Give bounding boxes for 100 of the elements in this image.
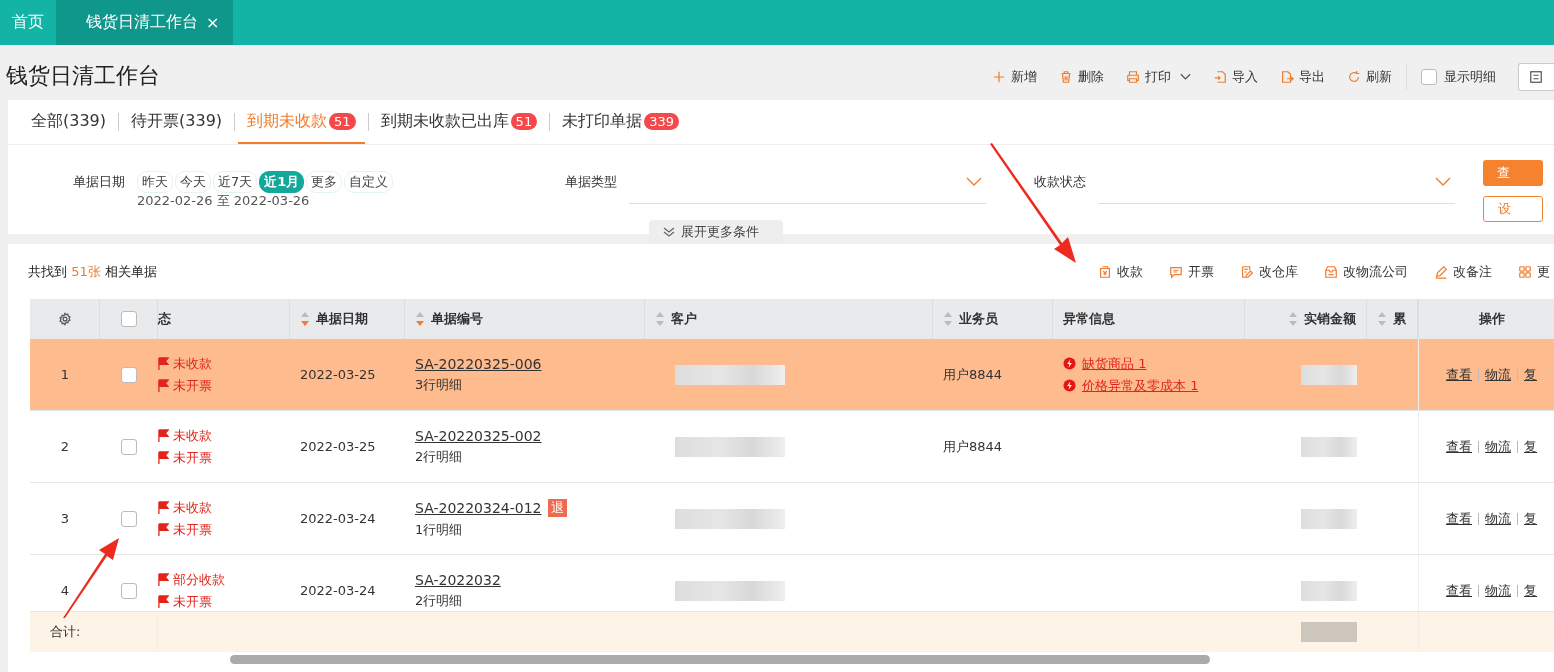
action-button[interactable]: 改物流公司 bbox=[1324, 262, 1408, 281]
status-label: 未开票 bbox=[173, 592, 212, 611]
filter-tab[interactable]: 到期未收款已出库 51 bbox=[371, 100, 547, 144]
action-button[interactable]: 更 bbox=[1518, 262, 1550, 281]
row-checkbox[interactable] bbox=[121, 438, 137, 455]
field-label: 单据类型 bbox=[565, 173, 617, 191]
plus-icon bbox=[992, 69, 1006, 84]
document-number-link[interactable]: SA-20220325-002 bbox=[415, 427, 542, 444]
pen-icon bbox=[1434, 264, 1448, 279]
row-number: 1 bbox=[60, 367, 70, 382]
column-header[interactable]: 客户 bbox=[671, 310, 697, 328]
scrollbar-thumb[interactable] bbox=[230, 654, 1210, 664]
redacted-block bbox=[1301, 364, 1357, 385]
toolbar-button[interactable]: 删除 bbox=[1059, 67, 1104, 86]
toolbar-button[interactable]: 刷新 bbox=[1347, 67, 1392, 86]
document-arrow-icon bbox=[1280, 69, 1294, 84]
redacted-block bbox=[1301, 508, 1357, 529]
action-button[interactable]: 改仓库 bbox=[1240, 262, 1298, 281]
column-header[interactable]: 态 bbox=[158, 310, 171, 328]
operation-link[interactable]: 复 bbox=[1524, 437, 1537, 456]
document-number-link[interactable]: SA-20220325-006 bbox=[415, 355, 542, 372]
filter-tab[interactable]: 全部(339) bbox=[22, 100, 116, 144]
flag-icon bbox=[158, 595, 169, 608]
action-button[interactable]: 开票 bbox=[1169, 262, 1214, 281]
row-number: 3 bbox=[60, 511, 70, 526]
date-preset-chip[interactable]: 自定义 bbox=[344, 171, 394, 193]
wallet-icon bbox=[1098, 264, 1112, 279]
operation-link[interactable]: 查看 bbox=[1446, 509, 1472, 528]
toolbar-button[interactable]: 新增 bbox=[992, 67, 1037, 86]
table-row[interactable]: 1 未收款 未开票 2022-03-25 SA-20220325-006 3行明细 用户8844 缺货商品 1 价格异常及零成本 1 查看 物流 复 bbox=[30, 339, 1554, 411]
field-label: 单据日期 bbox=[73, 173, 125, 191]
operation-link[interactable]: 物流 bbox=[1485, 509, 1511, 528]
flag-icon bbox=[158, 357, 169, 370]
checkbox[interactable] bbox=[1421, 68, 1437, 85]
filter-tab[interactable]: 未打印单据 339 bbox=[553, 100, 688, 144]
close-icon[interactable]: × bbox=[206, 13, 220, 32]
operation-link[interactable]: 物流 bbox=[1485, 365, 1511, 384]
date-preset-chip[interactable]: 近7天 bbox=[213, 171, 258, 193]
select-all-checkbox[interactable] bbox=[120, 311, 137, 327]
action-button[interactable]: 改备注 bbox=[1434, 262, 1492, 281]
line-count-text: 2行明细 bbox=[415, 591, 463, 610]
date-preset-chip[interactable]: 今天 bbox=[175, 171, 211, 193]
date-cell: 2022-03-24 bbox=[300, 583, 376, 598]
row-checkbox[interactable] bbox=[121, 366, 137, 383]
show-detail-checkbox[interactable]: 显示明细 bbox=[1421, 67, 1496, 86]
column-header[interactable]: 业务员 bbox=[959, 310, 998, 328]
count-badge: 339 bbox=[644, 112, 679, 130]
column-header[interactable]: 异常信息 bbox=[1063, 310, 1115, 328]
operation-link[interactable]: 查看 bbox=[1446, 437, 1472, 456]
row-checkbox[interactable] bbox=[121, 582, 137, 599]
field-label: 收款状态 bbox=[1034, 173, 1086, 191]
printer-icon bbox=[1126, 69, 1140, 84]
operation-link[interactable]: 物流 bbox=[1485, 437, 1511, 456]
operation-link[interactable]: 查看 bbox=[1446, 365, 1472, 384]
redacted-block bbox=[1301, 580, 1357, 601]
line-count-text: 2行明细 bbox=[415, 447, 463, 466]
lightning-icon bbox=[1063, 357, 1076, 370]
column-header[interactable]: 累 bbox=[1393, 310, 1406, 328]
total-label: 合计: bbox=[50, 623, 81, 641]
operation-link[interactable]: 物流 bbox=[1485, 581, 1511, 600]
layout-button[interactable] bbox=[1518, 62, 1554, 91]
operation-link[interactable]: 复 bbox=[1524, 365, 1537, 384]
column-header[interactable]: 实销金额 bbox=[1304, 310, 1356, 328]
flag-icon bbox=[158, 501, 169, 514]
date-cell: 2022-03-25 bbox=[300, 367, 376, 382]
date-preset-chip[interactable]: 更多 bbox=[306, 171, 343, 193]
column-header[interactable]: 单据日期 bbox=[316, 310, 368, 328]
row-checkbox[interactable] bbox=[121, 510, 137, 527]
toolbar-button[interactable]: 导入 bbox=[1213, 67, 1258, 86]
table-row[interactable]: 3 未收款 未开票 2022-03-24 SA-20220324-012 退 1行明细 查看 物流 复 bbox=[30, 483, 1554, 555]
refresh-icon bbox=[1347, 69, 1361, 84]
filter-tab[interactable]: 到期未收款 51 bbox=[238, 100, 365, 144]
settings-icon bbox=[57, 312, 72, 326]
flag-icon bbox=[158, 451, 169, 464]
nav-tab[interactable]: 钱货日清工作台 × bbox=[56, 0, 234, 45]
flag-icon bbox=[158, 523, 169, 536]
document-number-link[interactable]: SA-20220324-012 bbox=[415, 499, 542, 516]
edit-icon bbox=[1240, 264, 1254, 279]
status-label: 未收款 bbox=[173, 426, 212, 445]
column-header[interactable]: 单据编号 bbox=[431, 310, 483, 328]
operation-link[interactable]: 查看 bbox=[1446, 581, 1472, 600]
document-number-link[interactable]: SA-2022032 bbox=[415, 571, 501, 588]
status-label: 未开票 bbox=[173, 376, 212, 395]
toolbar-button[interactable]: 导出 bbox=[1280, 67, 1325, 86]
toolbar-button[interactable]: 打印 bbox=[1126, 67, 1191, 86]
redacted-block bbox=[1301, 436, 1357, 457]
operation-link[interactable]: 复 bbox=[1524, 581, 1537, 600]
operation-link[interactable]: 复 bbox=[1524, 509, 1537, 528]
nav-tab-label[interactable]: 钱货日清工作台 bbox=[86, 12, 198, 33]
lightning-icon bbox=[1063, 379, 1076, 392]
page-title: 钱货日清工作台 bbox=[6, 61, 160, 90]
column-header[interactable]: 操作 bbox=[1478, 310, 1505, 328]
salesman-cell: 用户8844 bbox=[943, 437, 1003, 456]
filter-tab[interactable]: 待开票(339) bbox=[122, 100, 232, 144]
date-preset-chip[interactable]: 昨天 bbox=[137, 171, 173, 193]
document-arrow-icon bbox=[1213, 69, 1227, 84]
chevron-icon bbox=[1435, 177, 1451, 187]
status-label: 未收款 bbox=[173, 354, 212, 373]
table-row[interactable]: 2 未收款 未开票 2022-03-25 SA-20220325-002 2行明细 用户8844 查看 物流 复 bbox=[30, 411, 1554, 483]
action-button[interactable]: 收款 bbox=[1098, 262, 1143, 281]
